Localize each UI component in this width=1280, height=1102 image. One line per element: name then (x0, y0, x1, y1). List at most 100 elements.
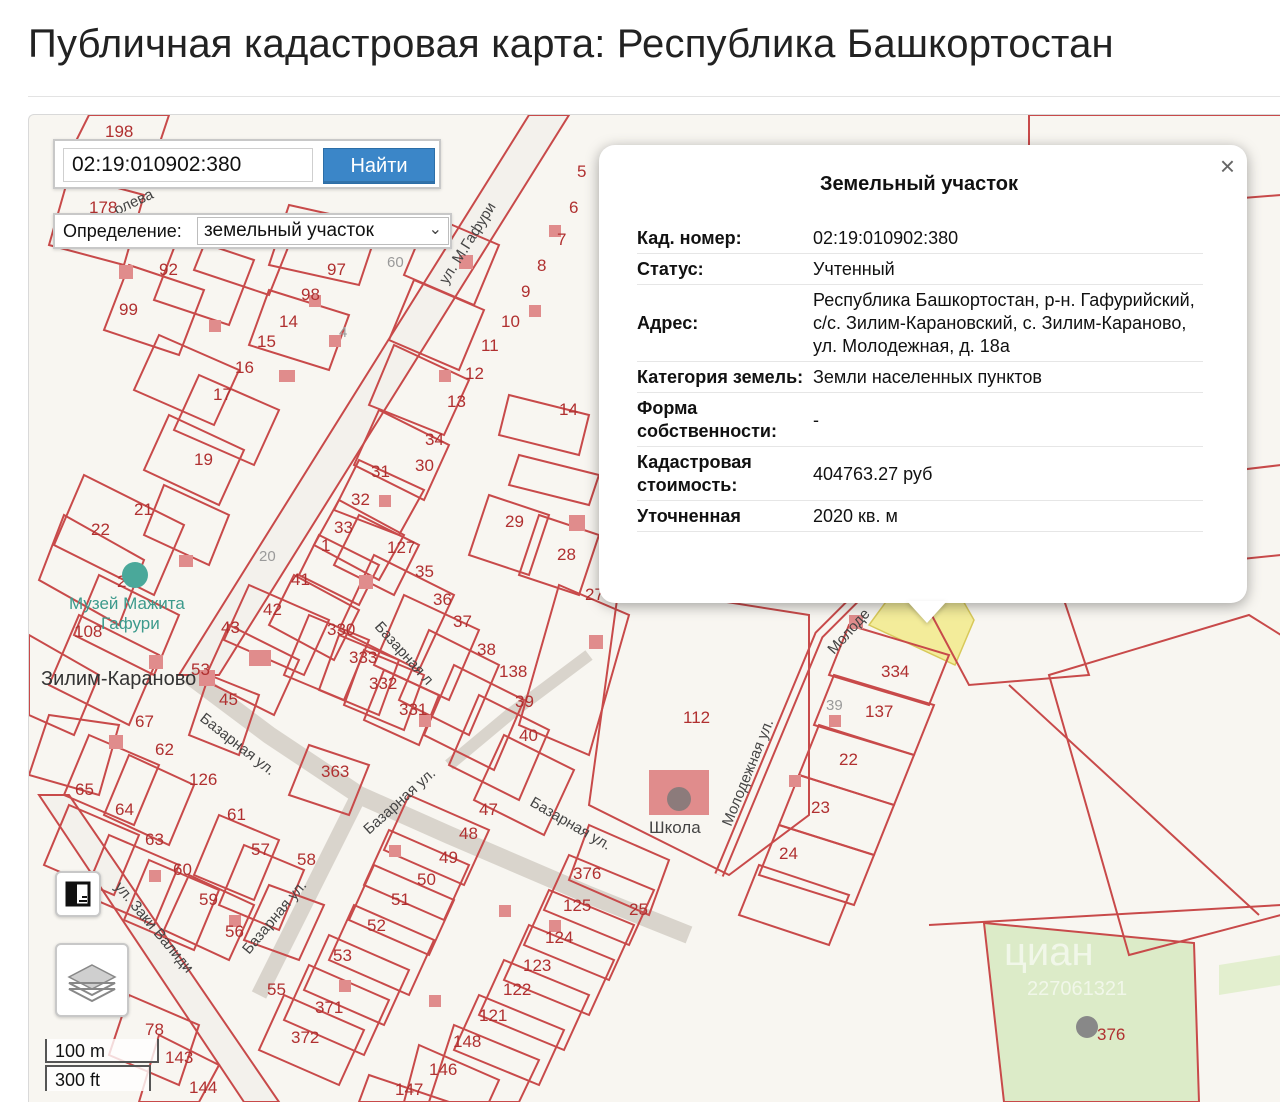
parcel-label: 332 (369, 674, 397, 693)
parcel-label: 33 (334, 518, 353, 537)
info-row: Адрес: Республика Башкортостан, р-н. Гаф… (637, 285, 1203, 362)
museum-label: Гафури (101, 614, 160, 633)
parcel-label: 61 (227, 805, 246, 824)
school-label: Школа (649, 818, 701, 837)
info-row: Кадастровая стоимость: 404763.27 руб (637, 447, 1203, 501)
definition-label: Определение: (63, 221, 182, 241)
parcel-label: 330 (327, 620, 355, 639)
popup-title: Земельный участок (819, 173, 1019, 195)
parcel-label: 334 (881, 662, 909, 681)
poi-icon (1076, 1016, 1098, 1038)
museum-label: Музей Мажита (69, 594, 185, 613)
parcel-label: 123 (523, 956, 551, 975)
parcel-label: 376 (1097, 1025, 1125, 1044)
parcel-label: 13 (447, 392, 466, 411)
museum-icon (122, 562, 148, 588)
parcel-label: 38 (477, 640, 496, 659)
scale-imperial: 300 ft (45, 1065, 151, 1091)
village-label: Зилим-Караново (41, 668, 196, 690)
parcel-label: 125 (563, 896, 591, 915)
parcel-label: 19 (194, 450, 213, 469)
parcel-label: 32 (351, 490, 370, 509)
info-label: Адрес: (637, 313, 699, 333)
parcel-label: 52 (367, 916, 386, 935)
parcel-label: 112 (683, 708, 710, 727)
parcel-label: 124 (545, 928, 573, 947)
parcel-label: 30 (415, 456, 434, 475)
info-label: Категория земель: (637, 367, 804, 387)
parcel-label: 51 (391, 890, 410, 909)
info-label: Кад. номер: (637, 228, 742, 248)
street-label-bazarnaya: Базарная ул. (527, 794, 614, 854)
info-value: Земли населенных пунктов (813, 367, 1042, 387)
layers-icon (67, 964, 117, 1003)
parcel-label: 34 (425, 430, 444, 449)
parcel-label: 12 (465, 364, 484, 383)
parcel-label: 58 (297, 850, 316, 869)
parcel-label: 7 (557, 230, 566, 249)
parcel-label: 10 (501, 312, 520, 331)
parcel-label: 121 (479, 1006, 507, 1025)
ruler-button[interactable] (55, 871, 101, 917)
info-value: 02:19:010902:380 (813, 228, 959, 248)
title-divider (28, 96, 1280, 97)
parcel-label: 42 (263, 600, 282, 619)
parcel-label: 143 (165, 1048, 193, 1067)
cadastral-number-input[interactable] (63, 148, 313, 182)
parcel-label: 40 (519, 726, 538, 745)
popup-info-table[interactable]: Кад. номер: 02:19:010902:380 Статус: Учт… (637, 223, 1203, 581)
parcel-label: 57 (251, 840, 270, 859)
info-label: Уточненная (637, 506, 741, 526)
parcel-label: 144 (189, 1078, 217, 1097)
parcel-label: 137 (865, 702, 893, 721)
green-strip (1219, 955, 1280, 995)
parcel-label: 36 (433, 590, 452, 609)
info-row: Форма собственности: - (637, 393, 1203, 447)
parcel-label: 21 (134, 500, 153, 519)
parcel-label: 31 (371, 462, 390, 481)
address-number: 4 (339, 324, 347, 341)
info-value: Учтенный (813, 259, 895, 279)
parcel-label: 92 (159, 260, 178, 279)
info-value: 2020 кв. м (813, 506, 898, 526)
parcel-label: 41 (291, 570, 310, 589)
parcel-label: 60 (173, 860, 192, 879)
parcel-label: 8 (537, 256, 546, 275)
chevron-down-icon: ⌄ (428, 221, 442, 238)
search-panel: Найти (53, 139, 441, 189)
parcel-label: 62 (155, 740, 174, 759)
definition-selected-value: земельный участок (204, 220, 374, 241)
layers-button[interactable] (55, 943, 129, 1017)
parcel-label: 22 (839, 750, 858, 769)
parcel-label: 14 (559, 400, 578, 419)
parcel-label: 49 (439, 848, 458, 867)
info-row: Статус: Учтенный (637, 254, 1203, 285)
parcel-label: 1 (321, 536, 330, 555)
parcel-label: 127 (387, 538, 415, 557)
parcel-label: 28 (557, 545, 576, 564)
parcel-label: 122 (503, 980, 531, 999)
parcel-label: 23 (811, 798, 830, 817)
info-value: - (813, 409, 819, 430)
parcel-label: 25 (629, 900, 648, 919)
school-icon (667, 787, 691, 811)
parcel-label: 148 (453, 1032, 481, 1051)
parcel-label: 45 (219, 690, 238, 709)
parcel-label: 14 (279, 312, 298, 331)
info-label: Статус: (637, 259, 704, 279)
find-button[interactable]: Найти (323, 148, 435, 184)
parcel-label: 98 (301, 285, 320, 304)
parcel-label: 47 (479, 800, 498, 819)
parcel-label: 138 (499, 662, 527, 681)
parcel-label: 29 (505, 512, 524, 531)
address-number: 20 (259, 548, 276, 565)
parcel-label: 331 (399, 700, 427, 719)
definition-select[interactable]: земельный участок ⌄ (197, 217, 449, 245)
parcel-label: 24 (779, 844, 798, 863)
parcel-label: 35 (415, 562, 434, 581)
parcel-label: 15 (257, 332, 276, 351)
parcel-label: 17 (213, 385, 232, 404)
cadastral-map[interactable]: 198 178 92 99 97 98 14 15 16 17 19 21 22… (28, 114, 1280, 1102)
info-value: 404763.27 руб (813, 463, 933, 484)
scale-metric: 100 m (45, 1039, 159, 1063)
